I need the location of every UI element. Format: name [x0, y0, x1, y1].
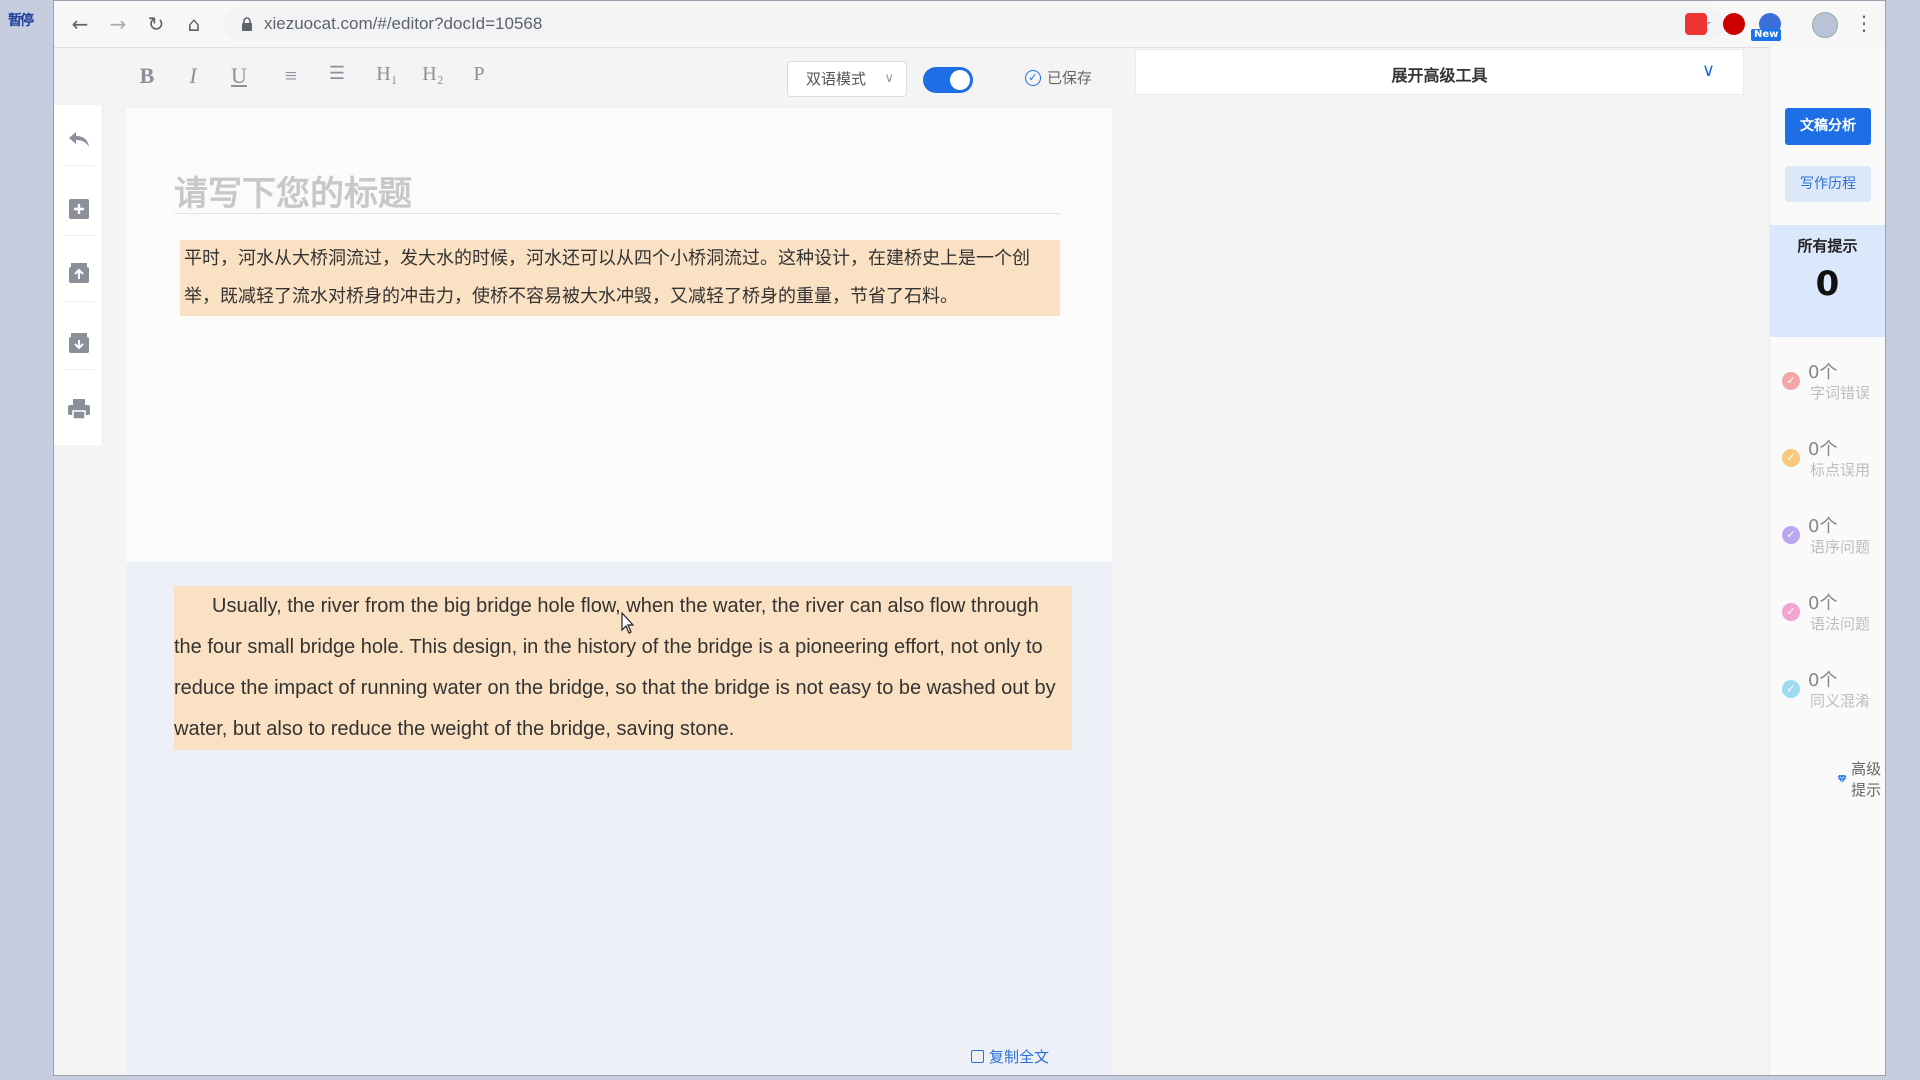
back-icon[interactable]: ← — [66, 10, 94, 38]
check-icon: ✓ — [1782, 449, 1800, 467]
category-count: 0个 — [1808, 516, 1838, 537]
english-paragraph: Usually, the river from the big bridge h… — [174, 586, 1072, 750]
advanced-hint-link[interactable]: 高级提示 — [1837, 758, 1885, 800]
mode-select-value: 双语模式 — [806, 70, 867, 88]
adblock-icon[interactable] — [1723, 13, 1745, 35]
mouse-cursor-icon — [621, 612, 635, 634]
bullet-list-button[interactable]: ☰ — [322, 63, 352, 84]
category-count: 0个 — [1808, 593, 1838, 614]
toolbar-divider — [62, 369, 94, 370]
italic-button[interactable]: I — [178, 63, 208, 89]
title-input[interactable]: 请写下您的标题 — [174, 166, 412, 215]
writing-history-button[interactable]: 写作历程 — [1785, 166, 1871, 202]
underline-button[interactable]: U — [224, 63, 254, 89]
extension-new-badge: New — [1751, 29, 1782, 41]
ordered-list-button[interactable]: ≡ — [276, 63, 306, 89]
category-label: 同义混淆 — [1810, 692, 1871, 710]
hint-category-word-order[interactable]: ✓ 0个 语序问题 — [1782, 512, 1882, 572]
left-toolbar — [54, 105, 103, 445]
browser-toolbar: ← → ↻ ⌂ xiezuocat.com/#/editor?docId=105… — [54, 1, 1885, 48]
reload-icon[interactable]: ↻ — [142, 10, 170, 38]
check-icon: ✓ — [1782, 372, 1800, 390]
browser-menu-icon[interactable]: ⋮ — [1854, 11, 1874, 35]
hint-category-punctuation[interactable]: ✓ 0个 标点误用 — [1782, 435, 1882, 495]
paragraph-button[interactable]: P — [464, 63, 494, 86]
heading1-button[interactable]: H₁ — [372, 63, 402, 86]
editor-source-area[interactable]: 请写下您的标题 平时，河水从大桥洞流过，发大水的时候，河水还可以从四个小桥洞流过… — [126, 108, 1112, 562]
extension-red-icon[interactable] — [1685, 13, 1707, 35]
editor-translation-area: Usually, the river from the big bridge h… — [126, 562, 1112, 1075]
mode-select[interactable]: 双语模式 ∨ — [787, 61, 907, 97]
url-text: xiezuocat.com/#/editor?docId=10568 — [264, 14, 543, 33]
hints-title: 所有提示 — [1797, 237, 1858, 255]
import-icon[interactable] — [66, 261, 92, 285]
bold-button[interactable]: B — [132, 63, 162, 89]
home-icon[interactable]: ⌂ — [180, 10, 208, 38]
chevron-down-icon: ∨ — [1701, 60, 1715, 81]
category-label: 语序问题 — [1810, 538, 1871, 556]
chinese-paragraph[interactable]: 平时，河水从大桥洞流过，发大水的时候，河水还可以从四个小桥洞流过。这种设计，在建… — [180, 240, 1060, 316]
check-icon: ✓ — [1782, 680, 1800, 698]
check-icon: ✓ — [1782, 526, 1800, 544]
browser-window: ← → ↻ ⌂ xiezuocat.com/#/editor?docId=105… — [53, 0, 1886, 1076]
saved-status-text: 已保存 — [1047, 69, 1093, 87]
toolbar-divider — [62, 165, 94, 166]
advanced-tools-title: 展开高级工具 — [1391, 66, 1488, 85]
forward-icon[interactable]: → — [104, 10, 132, 38]
toolbar-divider — [62, 301, 94, 302]
category-count: 0个 — [1808, 362, 1838, 383]
copy-all-button[interactable]: 复制全文 — [971, 1046, 1049, 1067]
desktop-label: 暂停 — [8, 13, 34, 29]
title-divider — [174, 213, 1060, 214]
toolbar-divider — [62, 235, 94, 236]
advanced-tools-bar[interactable]: 展开高级工具 ∨ — [1135, 49, 1744, 95]
category-label: 标点误用 — [1810, 461, 1871, 479]
category-label: 语法问题 — [1810, 615, 1871, 633]
undo-icon[interactable] — [66, 127, 92, 151]
document-analysis-button[interactable]: 文稿分析 — [1785, 108, 1871, 145]
category-label: 字词错误 — [1810, 384, 1871, 402]
hint-category-synonym[interactable]: ✓ 0个 同义混淆 — [1782, 666, 1882, 726]
hints-count: 0 — [1815, 264, 1840, 304]
address-bar[interactable]: xiezuocat.com/#/editor?docId=10568 ☆ — [224, 7, 1724, 41]
heading2-button[interactable]: H₂ — [418, 63, 448, 86]
advanced-hint-label: 高级提示 — [1851, 760, 1882, 799]
bilingual-toggle[interactable] — [923, 67, 973, 93]
copy-all-label: 复制全文 — [989, 1048, 1050, 1066]
toggle-knob — [950, 70, 970, 90]
saved-status: ✓ 已保存 — [1025, 67, 1092, 88]
hint-category-grammar[interactable]: ✓ 0个 语法问题 — [1782, 589, 1882, 649]
category-count: 0个 — [1808, 439, 1838, 460]
hint-category-word-errors[interactable]: ✓ 0个 字词错误 — [1782, 358, 1882, 418]
diamond-icon — [1837, 775, 1847, 783]
copy-icon — [971, 1050, 984, 1063]
check-circle-icon: ✓ — [1025, 69, 1041, 86]
chevron-down-icon: ∨ — [884, 71, 894, 86]
all-hints-box[interactable]: 所有提示 0 — [1770, 225, 1885, 337]
category-count: 0个 — [1808, 670, 1838, 691]
print-icon[interactable] — [66, 397, 92, 421]
profile-avatar[interactable] — [1812, 12, 1838, 38]
lock-icon — [242, 17, 252, 31]
new-document-icon[interactable] — [66, 197, 92, 221]
check-icon: ✓ — [1782, 603, 1800, 621]
export-icon[interactable] — [66, 331, 92, 355]
